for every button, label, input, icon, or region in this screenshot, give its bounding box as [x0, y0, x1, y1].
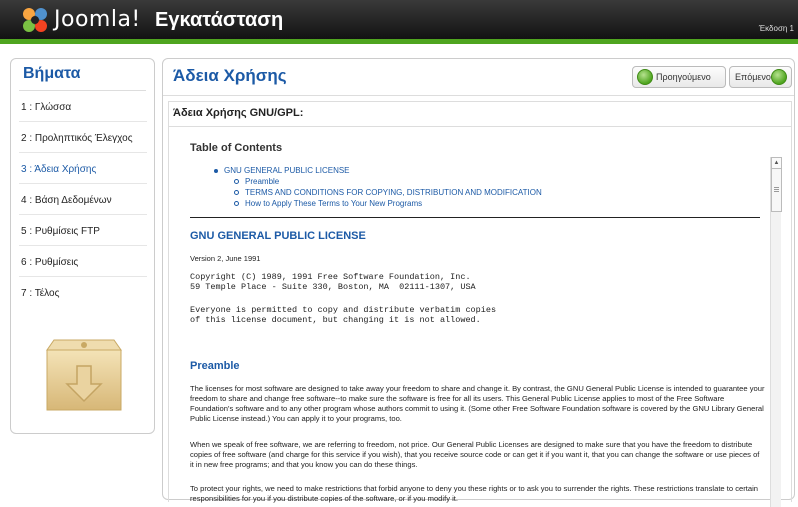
license-paragraph: When we speak of free software, we are r…: [190, 440, 760, 470]
install-box-icon: [46, 339, 122, 411]
previous-button[interactable]: Προηγούμενο: [632, 66, 726, 88]
divider: [163, 95, 794, 96]
next-button-label: Επόμενο: [735, 72, 771, 82]
previous-button-label: Προηγούμενο: [656, 72, 711, 82]
divider: [19, 276, 147, 277]
divider: [19, 90, 146, 91]
copyright-line: Copyright (C) 1989, 1991 Free Software F…: [190, 272, 471, 282]
step-database: 4 : Βάση Δεδομένων: [21, 195, 112, 206]
license-panel-title: Άδεια Χρήσης GNU/GPL:: [173, 107, 304, 119]
step-precheck: 2 : Προληπτικός Έλεγχος: [21, 133, 133, 144]
license-panel: Άδεια Χρήσης GNU/GPL: Table of Contents …: [168, 101, 792, 507]
license-paragraph: To protect your rights, we need to make …: [190, 484, 758, 504]
version-label: Έκδοση 1: [758, 24, 794, 33]
preamble-heading: Preamble: [190, 360, 240, 372]
toc-link[interactable]: Preamble: [245, 177, 279, 186]
scrollbar[interactable]: ▲: [770, 157, 782, 507]
toc-item[interactable]: GNU GENERAL PUBLIC LICENSE: [214, 166, 350, 175]
step-license: 3 : Άδεια Χρήσης: [21, 164, 97, 175]
brand-name: Joomla!: [54, 7, 141, 32]
sidebar-title: Βήματα: [23, 65, 81, 82]
step-language: 1 : Γλώσσα: [21, 102, 72, 113]
section-title: Άδεια Χρήσης: [173, 66, 287, 85]
step-finish: 7 : Τέλος: [21, 288, 60, 299]
page-title: Εγκατάσταση: [155, 9, 284, 31]
divider: [19, 121, 147, 122]
copyright-address: 59 Temple Place - Suite 330, Boston, MA …: [190, 282, 476, 292]
steps-sidebar: Βήματα 1 : Γλώσσα 2 : Προληπτικός Έλεγχο…: [10, 58, 155, 434]
toc-item[interactable]: TERMS AND CONDITIONS FOR COPYING, DISTRI…: [234, 188, 542, 197]
bullet-icon: [234, 179, 239, 185]
bullet-icon: [214, 168, 218, 173]
bullet-icon: [234, 201, 239, 207]
license-version: Version 2, June 1991: [190, 254, 261, 263]
toc-link[interactable]: TERMS AND CONDITIONS FOR COPYING, DISTRI…: [245, 188, 542, 197]
toc-link[interactable]: How to Apply These Terms to Your New Pro…: [245, 199, 422, 208]
divider: [19, 183, 147, 184]
divider: [190, 217, 760, 218]
toc-item[interactable]: How to Apply These Terms to Your New Pro…: [234, 199, 422, 208]
license-heading: GNU GENERAL PUBLIC LICENSE: [190, 230, 366, 242]
joomla-logo-icon: [23, 8, 47, 32]
permission-line: Everyone is permitted to copy and distri…: [190, 305, 497, 315]
header-accent-bar: [0, 39, 798, 44]
divider: [19, 152, 147, 153]
scrollbar-thumb[interactable]: [771, 168, 782, 212]
toc-link[interactable]: GNU GENERAL PUBLIC LICENSE: [224, 166, 350, 175]
step-settings: 6 : Ρυθμίσεις: [21, 257, 79, 268]
next-button[interactable]: Επόμενο: [729, 66, 792, 88]
divider: [19, 214, 147, 215]
toc-item[interactable]: Preamble: [234, 177, 279, 186]
license-paragraph: The licenses for most software are desig…: [190, 384, 765, 424]
toc-title: Table of Contents: [190, 142, 283, 154]
license-text-frame[interactable]: Table of Contents GNU GENERAL PUBLIC LIC…: [169, 127, 791, 507]
divider: [19, 245, 147, 246]
bullet-icon: [234, 190, 239, 196]
permission-line: of this license document, but changing i…: [190, 315, 481, 325]
arrow-right-icon: [771, 69, 787, 85]
app-header: Joomla! Εγκατάσταση Έκδοση 1: [0, 0, 798, 44]
arrow-left-icon: [637, 69, 653, 85]
step-ftp: 5 : Ρυθμίσεις FTP: [21, 226, 100, 237]
main-panel: Άδεια Χρήσης Προηγούμενο Επόμενο Άδεια Χ…: [162, 58, 795, 507]
grip-icon: [774, 187, 779, 188]
